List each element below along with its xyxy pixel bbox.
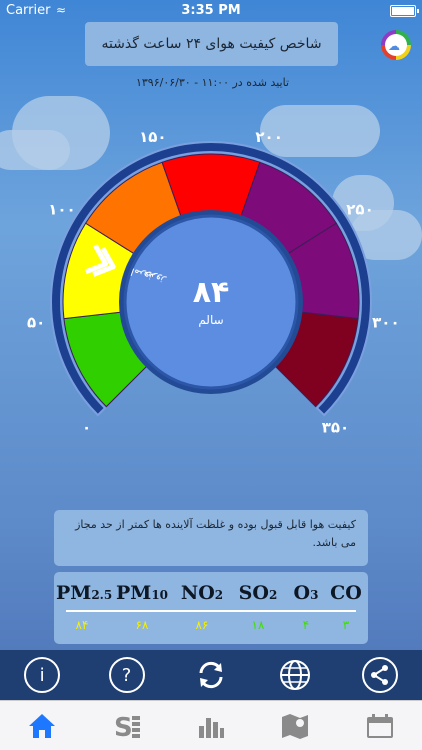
- pollutant-name: PM2.5: [56, 582, 113, 604]
- help-icon: ?: [121, 664, 132, 686]
- pollutant-item: NO2 ۸۶: [176, 572, 228, 632]
- pollutant-name: NO2: [180, 582, 224, 604]
- cloud-icon: ☁: [388, 39, 400, 53]
- pollutant-name: CO: [330, 582, 362, 604]
- page-title-text: شاخص کیفیت هوای ۲۴ ساعت گذشته: [101, 36, 322, 52]
- info-button[interactable]: i: [24, 657, 61, 693]
- gauge-tick-label: ۳۵۰: [322, 418, 349, 436]
- status-bar: Carrier ≈ 3:35 PM: [0, 0, 422, 22]
- tab-bar: S: [0, 700, 422, 750]
- aqi-gauge: ۰ ۵۰ ۱۰۰ ۱۵۰ ۲۰۰ ۲۵۰ ۳۰۰ ۳۵۰ امروز دیروز ۸۴ سالم: [0, 100, 422, 440]
- pollutant-value: ۶۸: [135, 618, 149, 632]
- share-button[interactable]: [361, 657, 398, 693]
- gauge-tick-label: ۱۵۰: [139, 128, 166, 146]
- info-icon: i: [39, 664, 45, 686]
- pollutant-item: PM10 ۶۸: [116, 572, 168, 632]
- tab-calendar[interactable]: [360, 706, 400, 746]
- confirm-timestamp: تایید شده در ۱۱:۰۰ - ۱۳۹۶/۰۶/۳۰: [135, 76, 290, 89]
- map-icon: [282, 713, 309, 739]
- pollutant-name: PM10: [116, 582, 169, 604]
- app-logo[interactable]: ☁: [381, 30, 411, 60]
- globe-button[interactable]: [277, 657, 313, 693]
- pollutant-item: CO ۳: [320, 572, 372, 632]
- pollutant-item: SO2 ۱۸: [232, 572, 284, 632]
- calendar-icon: [366, 713, 393, 738]
- pollutants-panel: PM2.5 ۸۴ PM10 ۶۸ NO2 ۸۶ SO2 ۱۸ O3 ۴ CO ۳: [54, 572, 368, 644]
- tab-chart[interactable]: [191, 706, 231, 746]
- gauge-tick-label: ۵۰: [27, 314, 45, 332]
- gauge-tick-label: ۱۰۰: [48, 200, 75, 218]
- gauge-svg: ۰۵۰۱۰۰۱۵۰ ۲۰۰۲۵۰۳۰۰۳۵۰امروزدیروز ۸۴سالم: [27, 128, 400, 437]
- share-icon: [370, 665, 388, 685]
- svg-text:S: S: [114, 713, 133, 740]
- gauge-tick-label: ۰: [82, 418, 91, 436]
- aqi-value: ۸۴: [193, 275, 230, 310]
- stations-icon: S: [114, 713, 140, 740]
- aqi-status: سالم: [198, 313, 223, 327]
- pollutant-name: SO2: [238, 582, 278, 604]
- tab-map[interactable]: [275, 706, 315, 746]
- battery-icon: [390, 5, 419, 17]
- tab-stations[interactable]: S: [107, 706, 147, 746]
- globe-icon: [280, 660, 311, 690]
- gauge-tick-label: ۳۰۰: [372, 314, 399, 332]
- gauge-tick-label: ۲۵۰: [346, 200, 373, 218]
- refresh-button[interactable]: [193, 657, 229, 693]
- pollutant-item: PM2.5 ۸۴: [56, 572, 113, 632]
- status-time: 3:35 PM: [181, 3, 241, 18]
- action-toolbar: i ?: [0, 650, 422, 700]
- tab-home[interactable]: [22, 706, 62, 746]
- air-quality-message: کیفیت هوا قابل قبول بوده و غلظت آلاینده …: [54, 510, 368, 566]
- pollutant-value: ۳: [342, 618, 350, 632]
- gauge-tick-label: ۲۰۰: [255, 128, 282, 146]
- page-title: شاخص کیفیت هوای ۲۴ ساعت گذشته: [85, 22, 338, 66]
- pollutant-value: ۸۴: [75, 618, 89, 632]
- help-button[interactable]: ?: [108, 657, 145, 693]
- pollutant-value: ۱۸: [251, 618, 265, 632]
- home-icon: [29, 713, 56, 738]
- pollutant-value: ۸۶: [195, 618, 209, 632]
- refresh-icon: [199, 661, 223, 689]
- chart-icon: [198, 717, 224, 738]
